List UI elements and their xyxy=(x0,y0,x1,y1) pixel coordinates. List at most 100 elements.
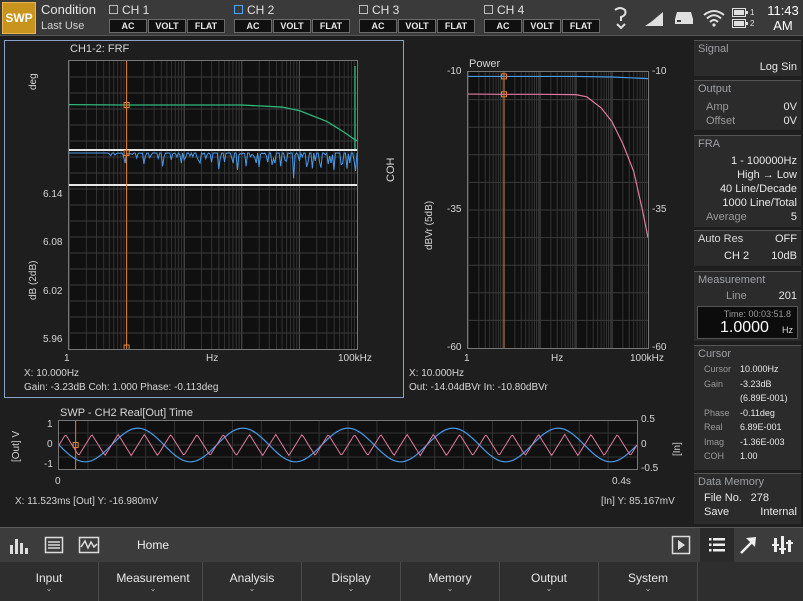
average-label: Average xyxy=(706,211,747,223)
menu-measurement-label: Measurement xyxy=(116,570,190,585)
auto-res-section[interactable]: Auto Res OFF CH 2 10dB xyxy=(694,230,801,266)
cursor-row-label: Gain xyxy=(704,378,724,389)
mode-badge[interactable]: SWP xyxy=(2,2,36,34)
data-memory-title: Data Memory xyxy=(698,476,765,488)
auto-res-state: OFF xyxy=(775,233,797,245)
channel-3-unit-button[interactable]: VOLT xyxy=(398,19,436,33)
power-ytick-right-1: -10 xyxy=(652,66,667,77)
chevron-down-icon: ⌄ xyxy=(248,583,256,593)
power-title: Power xyxy=(469,58,501,70)
channel-1-filter-button[interactable]: FLAT xyxy=(187,19,225,33)
channel-3-filter-button[interactable]: FLAT xyxy=(437,19,475,33)
channel-4-filter-button[interactable]: FLAT xyxy=(562,19,600,33)
fra-section[interactable]: FRA 1 - 100000Hz High → Low 40 Line/Deca… xyxy=(694,135,801,227)
menu-display[interactable]: Display ⌄ xyxy=(302,562,401,601)
channel-1-unit-button[interactable]: VOLT xyxy=(148,19,186,33)
amp-label: Amp xyxy=(706,101,729,113)
measurement-section[interactable]: Measurement Line 201 Time: 00:03:51.8 1.0… xyxy=(694,271,801,341)
channel-1-checkbox[interactable] xyxy=(109,5,118,14)
battery-1-icon xyxy=(732,8,748,17)
time-right-label: [In] xyxy=(672,442,683,456)
channel-3-checkbox[interactable] xyxy=(359,5,368,14)
channel-2-panel[interactable]: CH 2 AC VOLT FLAT xyxy=(234,2,352,34)
time-readout-right: [In] Y: 85.167mV xyxy=(601,496,675,507)
channel-3-label: CH 3 xyxy=(372,2,400,17)
power-ylabel: dBVr (5dB) xyxy=(424,200,435,250)
power-ytick-right-3: -60 xyxy=(652,342,667,353)
channel-4-panel[interactable]: CH 4 AC VOLT FLAT xyxy=(484,2,602,34)
frf-upper-ylabel: deg xyxy=(28,73,39,90)
menu-measurement[interactable]: Measurement ⌄ xyxy=(104,562,203,601)
time-left-tick-2: 0 xyxy=(47,439,53,450)
channel-1-coupling-button[interactable]: AC xyxy=(109,19,147,33)
power-chart-svg xyxy=(468,72,648,348)
menu-memory[interactable]: Memory ⌄ xyxy=(401,562,500,601)
time-right-tick-2: 0 xyxy=(641,439,647,450)
chevron-down-icon: ⌄ xyxy=(45,583,53,593)
frf-lower-ylabel: dB (2dB) xyxy=(28,260,39,300)
waveform-icon[interactable] xyxy=(78,535,100,558)
power-readout-values: Out: -14.04dBVr In: -10.80dBVr xyxy=(409,382,548,393)
signal-title: Signal xyxy=(698,43,729,55)
storage-icon[interactable] xyxy=(671,4,697,32)
cursor-row-value: -3.23dB xyxy=(740,378,772,389)
time-plot[interactable] xyxy=(58,420,638,470)
frf-xtick-end: 100kHz xyxy=(338,353,372,364)
channel-2-coupling-button[interactable]: AC xyxy=(234,19,272,33)
power-ytick-left-2: -35 xyxy=(447,204,462,215)
channel-3-coupling-button[interactable]: AC xyxy=(359,19,397,33)
output-section[interactable]: Output Amp 0V Offset 0V xyxy=(694,80,801,130)
menu-output[interactable]: Output ⌄ xyxy=(500,562,599,601)
menu-input-label: Input xyxy=(35,570,63,585)
menu-analysis[interactable]: Analysis ⌄ xyxy=(203,562,302,601)
power-out-series-line xyxy=(468,93,648,238)
menu-input[interactable]: Input ⌄ xyxy=(0,562,99,601)
wifi-icon[interactable] xyxy=(701,4,727,32)
power-ytick-left-3: -60 xyxy=(447,342,462,353)
channel-2-unit-button[interactable]: VOLT xyxy=(273,19,311,33)
home-label[interactable]: Home xyxy=(137,538,169,552)
offset-label: Offset xyxy=(706,115,736,127)
touch-lock-icon[interactable] xyxy=(606,4,634,32)
file-number-label: File No. xyxy=(704,492,742,504)
time-title: SWP - CH2 Real[Out] Time xyxy=(60,407,194,419)
settings-sidebar: Signal Log Sin Output Amp 0V Offset 0V FRA… xyxy=(694,40,801,524)
channel-4-coupling-button[interactable]: AC xyxy=(484,19,522,33)
list-view-icon[interactable] xyxy=(700,528,734,562)
power-readout-x: X: 10.000Hz xyxy=(409,368,465,379)
channel-2-checkbox[interactable] xyxy=(234,5,243,14)
battery-status: 1 2 xyxy=(732,4,762,32)
fra-direction: High → Low xyxy=(737,169,797,181)
condition-value[interactable]: Last Use xyxy=(41,20,84,32)
equalizer-icon[interactable] xyxy=(772,534,794,559)
channel-1-panel[interactable]: CH 1 AC VOLT FLAT xyxy=(109,2,227,34)
channel-3-panel[interactable]: CH 3 AC VOLT FLAT xyxy=(359,2,477,34)
settings-list-icon[interactable] xyxy=(44,535,64,558)
bar-graph-icon[interactable] xyxy=(9,535,29,558)
main-menu-bar: Input ⌄ Measurement ⌄ Analysis ⌄ Display ⌄ M… xyxy=(0,562,803,601)
fra-title: FRA xyxy=(698,138,720,150)
measure-icon[interactable] xyxy=(640,4,668,32)
play-icon[interactable] xyxy=(671,535,691,558)
channel-2-label: CH 2 xyxy=(247,2,275,17)
frf-ytick-4: 5.96 xyxy=(43,334,63,345)
cursor-section[interactable]: Cursor Cursor 10.000Hz Gain -3.23dB (6.89E-0… xyxy=(694,345,801,470)
condition-title[interactable]: Condition xyxy=(41,2,96,17)
bottom-toolbar: Home xyxy=(0,527,803,562)
arrow-out-icon[interactable] xyxy=(737,534,759,559)
average-value: 5 xyxy=(790,211,797,223)
power-plot[interactable] xyxy=(467,71,649,349)
channel-2-filter-button[interactable]: FLAT xyxy=(312,19,350,33)
channel-4-label: CH 4 xyxy=(497,2,525,17)
channel-4-unit-button[interactable]: VOLT xyxy=(523,19,561,33)
fra-density: 40 Line/Decade xyxy=(719,183,797,195)
cursor-title: Cursor xyxy=(698,348,732,360)
signal-section[interactable]: Signal Log Sin xyxy=(694,40,801,76)
menu-memory-label: Memory xyxy=(428,570,472,585)
time-xtick-end: 0.4s xyxy=(612,476,631,487)
data-memory-section[interactable]: Data Memory File No. 278 Save Internal xyxy=(694,473,801,524)
frf-plot[interactable] xyxy=(68,60,358,350)
clock-ampm: AM xyxy=(773,18,793,33)
channel-4-checkbox[interactable] xyxy=(484,5,493,14)
menu-system[interactable]: System ⌄ xyxy=(599,562,698,601)
